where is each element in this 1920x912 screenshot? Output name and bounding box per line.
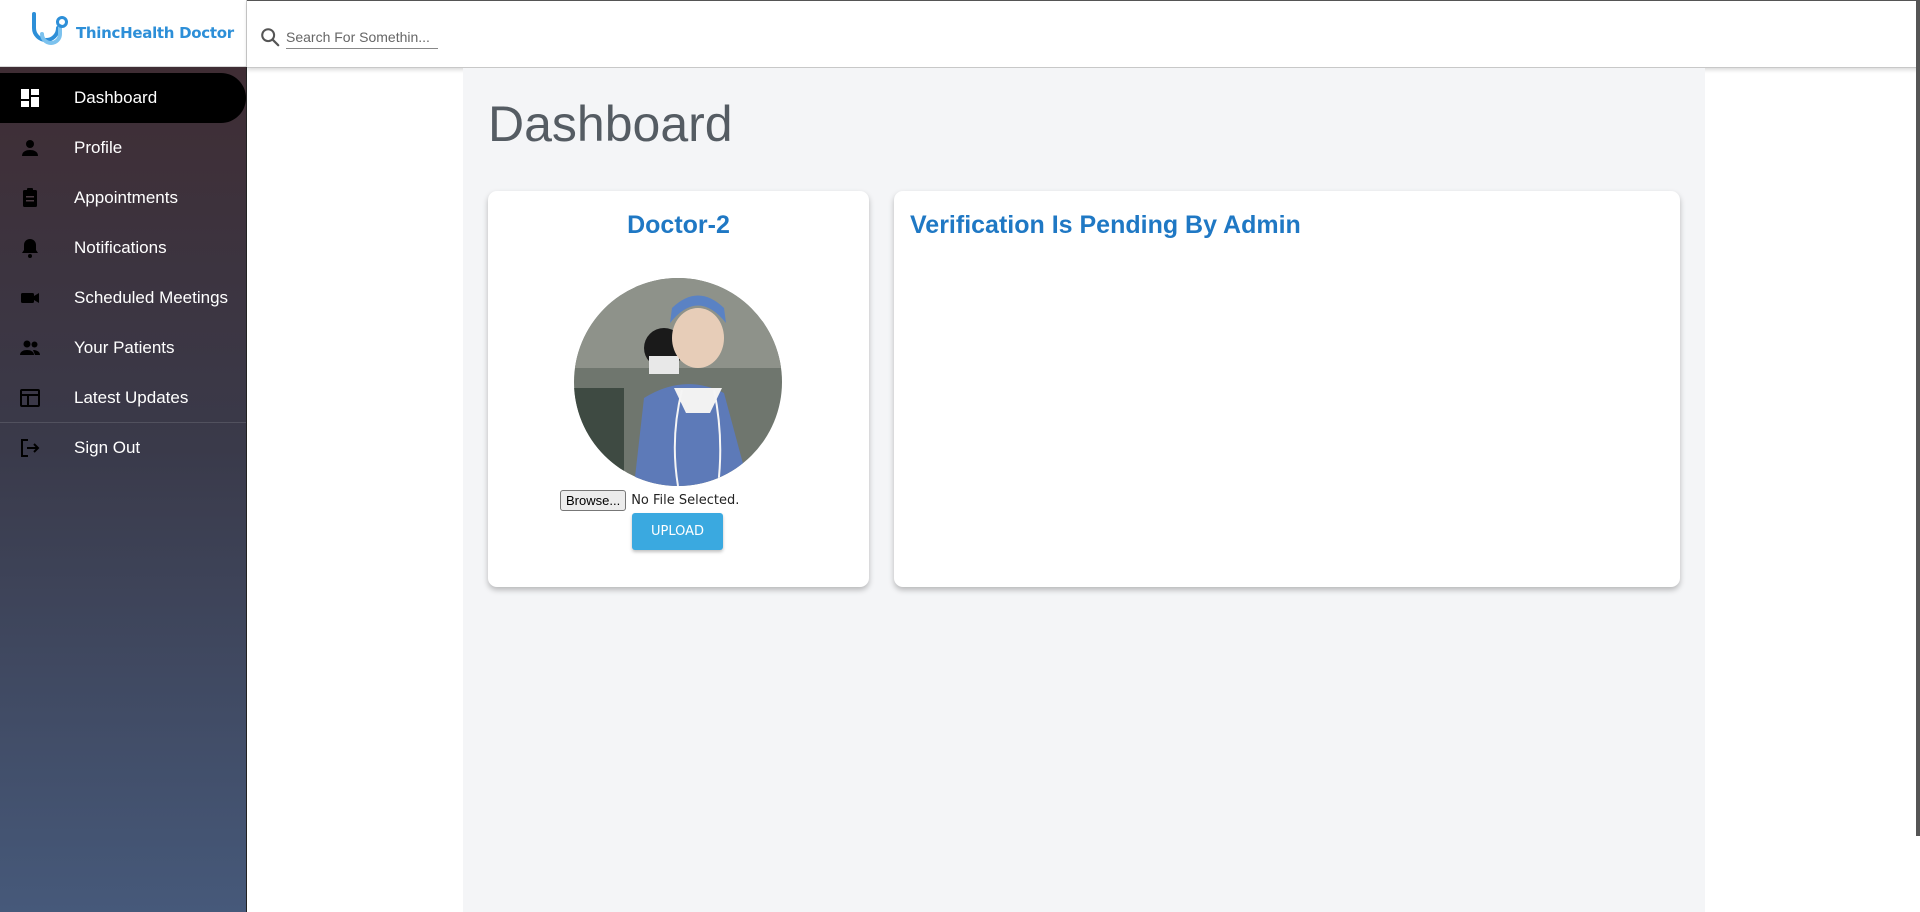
sidebar-item-label: Appointments [74, 188, 178, 207]
scrollbar[interactable] [1916, 0, 1920, 836]
doctor-photo [574, 278, 782, 486]
clipboard-icon [23, 188, 37, 207]
sidebar-item-latest-updates[interactable]: Latest Updates [0, 373, 246, 423]
sidebar-item-profile[interactable]: Profile [0, 123, 246, 173]
sidebar-item-appointments[interactable]: Appointments [0, 173, 246, 223]
logo-text: ThincHealth Doctor [76, 24, 234, 42]
sidebar-item-label: Dashboard [74, 88, 158, 107]
file-picker: Browse... No File Selected. [560, 490, 739, 511]
person-icon [22, 140, 38, 156]
sidebar-item-label: Your Patients [74, 338, 175, 357]
sidebar-item-dashboard[interactable]: Dashboard [0, 73, 246, 123]
sidebar-item-notifications[interactable]: Notifications [0, 223, 246, 273]
file-status-text: No File Selected. [631, 493, 740, 508]
avatar [574, 278, 782, 486]
sidebar: Dashboard Profile Appointments Notificat… [0, 67, 247, 912]
bell-icon [22, 239, 38, 258]
upload-button[interactable]: UPLOAD [632, 513, 723, 550]
doctor-name: Doctor-2 [627, 211, 730, 239]
page-title: Dashboard [488, 96, 733, 152]
sidebar-item-label: Latest Updates [74, 387, 189, 407]
sidebar-item-scheduled-meetings[interactable]: Scheduled Meetings [0, 273, 246, 323]
video-camera-icon [21, 293, 39, 303]
sidebar-item-label: Sign Out [74, 438, 141, 457]
dashboard-icon [21, 89, 39, 107]
sidebar-item-label: Scheduled Meetings [74, 288, 229, 307]
verification-status-title: Verification Is Pending By Admin [910, 211, 1301, 239]
sidebar-item-label: Profile [74, 138, 123, 157]
table-icon [20, 388, 40, 407]
sidebar-item-sign-out[interactable]: Sign Out [0, 423, 246, 473]
top-bar [247, 0, 1920, 68]
people-icon [20, 340, 40, 355]
stethoscope-logo-icon [32, 12, 68, 45]
browse-button[interactable]: Browse... [560, 490, 627, 511]
verification-status-card: Verification Is Pending By Admin [894, 191, 1680, 587]
logout-icon [21, 439, 40, 457]
logo-area[interactable]: ThincHealth Doctor [0, 0, 247, 67]
search-input[interactable] [286, 25, 438, 49]
search-icon[interactable] [259, 26, 281, 48]
profile-card: Doctor-2 Browse... No File Selected. UPL… [488, 191, 869, 587]
sidebar-item-label: Notifications [74, 238, 167, 257]
sidebar-item-your-patients[interactable]: Your Patients [0, 323, 246, 373]
